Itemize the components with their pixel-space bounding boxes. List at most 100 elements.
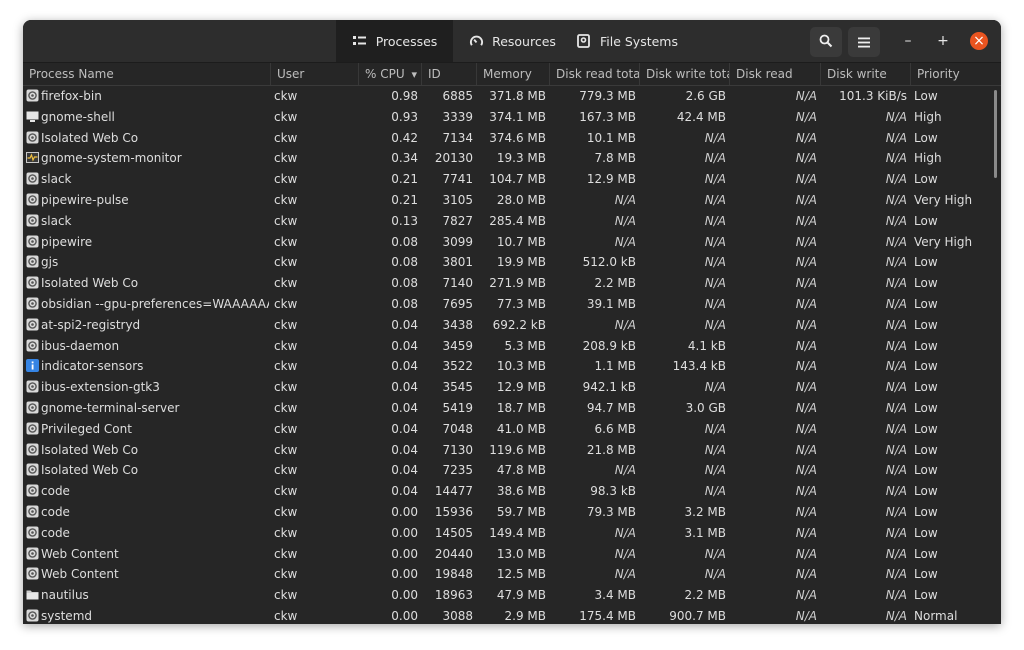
process-name-cell: obsidian --gpu-preferences=WAAAAAAAAAA	[41, 296, 269, 311]
process-name-cell: gnome-terminal-server	[41, 400, 180, 415]
scrollbar[interactable]	[994, 90, 997, 178]
user-cell: ckw	[274, 484, 298, 499]
list-icon	[352, 33, 368, 49]
folder-icon	[26, 588, 39, 601]
table-row[interactable]: pipewire ckw 0.08 3099 10.7 MB N/A N/A N/A N/A Ve…	[23, 232, 1001, 253]
priority-cell: Normal	[914, 608, 958, 623]
tab-file-systems[interactable]: File Systems	[573, 20, 681, 62]
priority-cell: Low	[914, 380, 938, 395]
id-cell: 19848	[434, 567, 473, 582]
user-cell: ckw	[274, 442, 298, 457]
id-cell: 7048	[442, 421, 473, 436]
read-cell: N/A	[795, 192, 817, 207]
application-icon	[26, 443, 39, 456]
process-name-cell: indicator-sensors	[41, 359, 144, 374]
search-button[interactable]	[810, 27, 842, 57]
table-row[interactable]: Web Content ckw 0.00 20440 13.0 MB N/A N/A N/A N…	[23, 544, 1001, 565]
table-row[interactable]: Isolated Web Co ckw 0.04 7130 119.6 MB 21.8 M…	[23, 440, 1001, 461]
table-row[interactable]: at-spi2-registryd ckw 0.04 3438 692.2 kB N/A N…	[23, 315, 1001, 336]
read-total-cell: N/A	[614, 463, 636, 478]
table-row[interactable]: firefox-bin ckw 0.98 6885 371.8 MB 779.3 MB 2.…	[23, 86, 1001, 107]
table-row[interactable]: gnome-terminal-server ckw 0.04 5419 18.7 MB 9…	[23, 398, 1001, 419]
application-icon	[26, 131, 39, 144]
table-row[interactable]: code ckw 0.00 15936 59.7 MB 79.3 MB 3.2 MB N/A N…	[23, 502, 1001, 523]
table-row[interactable]: Isolated Web Co ckw 0.08 7140 271.9 MB 2.2 MB…	[23, 273, 1001, 294]
priority-cell: Low	[914, 484, 938, 499]
table-row[interactable]: code ckw 0.00 14505 149.4 MB N/A 3.1 MB N/A N/A L…	[23, 523, 1001, 544]
table-row[interactable]: gnome-system-monitor ckw 0.34 20130 19.3 MB 7…	[23, 148, 1001, 169]
id-cell: 3545	[442, 380, 473, 395]
write-total-cell: N/A	[704, 213, 726, 228]
id-cell: 7741	[442, 172, 473, 187]
id-cell: 3105	[442, 192, 473, 207]
table-row[interactable]: pipewire-pulse ckw 0.21 3105 28.0 MB N/A N/A N/…	[23, 190, 1001, 211]
priority-cell: Low	[914, 172, 938, 187]
table-row[interactable]: nautilus ckw 0.00 18963 47.9 MB 3.4 MB 2.2 MB N…	[23, 585, 1001, 606]
column-disk-read[interactable]: Disk read	[729, 63, 820, 85]
read-cell: N/A	[795, 172, 817, 187]
read-cell: N/A	[795, 588, 817, 603]
read-total-cell: N/A	[614, 546, 636, 561]
cpu-cell: 0.08	[391, 234, 418, 249]
main-menu-button[interactable]	[848, 27, 880, 57]
cpu-cell: 0.00	[391, 525, 418, 540]
application-icon	[26, 339, 39, 352]
write-cell: N/A	[885, 255, 907, 270]
system-monitor-icon	[26, 151, 39, 164]
table-row[interactable]: code ckw 0.04 14477 38.6 MB 98.3 kB N/A N/A N/A L…	[23, 481, 1001, 502]
table-row[interactable]: gnome-shell ckw 0.93 3339 374.1 MB 167.3 MB 42…	[23, 107, 1001, 128]
table-row[interactable]: slack ckw 0.21 7741 104.7 MB 12.9 MB N/A N/A N/A…	[23, 169, 1001, 190]
user-cell: ckw	[274, 608, 298, 623]
process-name-cell: ibus-extension-gtk3	[41, 380, 160, 395]
column-disk-write[interactable]: Disk write	[820, 63, 910, 85]
table-row[interactable]: Isolated Web Co ckw 0.42 7134 374.6 MB 10.1 M…	[23, 128, 1001, 149]
column-id[interactable]: ID	[421, 63, 476, 85]
cpu-cell: 0.21	[391, 192, 418, 207]
column-disk-write-total[interactable]: Disk write total	[639, 63, 729, 85]
id-cell: 7134	[442, 130, 473, 145]
tab-processes[interactable]: Processes	[336, 20, 453, 62]
read-total-cell: 512.0 kB	[582, 255, 636, 270]
window-icon	[26, 110, 39, 123]
column-priority[interactable]: Priority	[910, 63, 1001, 85]
column-process-name[interactable]: Process Name	[23, 63, 270, 85]
tab-resources[interactable]: Resources	[460, 20, 564, 62]
read-cell: N/A	[795, 484, 817, 499]
write-total-cell: N/A	[704, 463, 726, 478]
read-total-cell: 942.1 kB	[582, 380, 636, 395]
table-row[interactable]: Web Content ckw 0.00 19848 12.5 MB N/A N/A N/A N…	[23, 564, 1001, 585]
close-button[interactable]: ×	[970, 32, 988, 50]
table-row[interactable]: gjs ckw 0.08 3801 19.9 MB 512.0 kB N/A N/A N/A Lo…	[23, 252, 1001, 273]
memory-cell: 371.8 MB	[489, 89, 546, 103]
maximize-icon: +	[937, 33, 949, 49]
write-cell: N/A	[885, 317, 907, 332]
column-user[interactable]: User	[270, 63, 358, 85]
read-total-cell: N/A	[614, 317, 636, 332]
maximize-button[interactable]: +	[934, 32, 952, 50]
write-cell: N/A	[885, 109, 907, 124]
column-memory[interactable]: Memory	[476, 63, 549, 85]
user-cell: ckw	[274, 400, 298, 415]
user-cell: ckw	[274, 276, 298, 291]
cpu-cell: 0.98	[391, 89, 418, 103]
write-total-cell: N/A	[704, 255, 726, 270]
table-row[interactable]: ibus-extension-gtk3 ckw 0.04 3545 12.9 MB 942…	[23, 377, 1001, 398]
user-cell: ckw	[274, 89, 298, 103]
table-row[interactable]: obsidian --gpu-preferences=WAAAAAAAAAA ck…	[23, 294, 1001, 315]
priority-cell: Low	[914, 525, 938, 540]
table-row[interactable]: Isolated Web Co ckw 0.04 7235 47.8 MB N/A N/A N…	[23, 460, 1001, 481]
minimize-button[interactable]: –	[899, 32, 917, 50]
table-row[interactable]: Privileged Cont ckw 0.04 7048 41.0 MB 6.6 MB N…	[23, 419, 1001, 440]
table-row[interactable]: indicator-sensors ckw 0.04 3522 10.3 MB 1.1 M…	[23, 356, 1001, 377]
table-row[interactable]: slack ckw 0.13 7827 285.4 MB N/A N/A N/A N/A Low	[23, 211, 1001, 232]
application-icon	[26, 505, 39, 518]
id-cell: 3339	[442, 109, 473, 124]
column-disk-read-total[interactable]: Disk read total	[549, 63, 639, 85]
cpu-cell: 0.08	[391, 276, 418, 291]
read-total-cell: 98.3 kB	[590, 484, 636, 499]
table-row[interactable]: systemd ckw 0.00 3088 2.9 MB 175.4 MB 900.7 MB…	[23, 606, 1001, 624]
write-total-cell: 900.7 MB	[669, 608, 726, 623]
table-row[interactable]: ibus-daemon ckw 0.04 3459 5.3 MB 208.9 kB 4.1 …	[23, 336, 1001, 357]
priority-cell: Low	[914, 546, 938, 561]
column-cpu[interactable]: % CPU ▾	[358, 63, 421, 85]
